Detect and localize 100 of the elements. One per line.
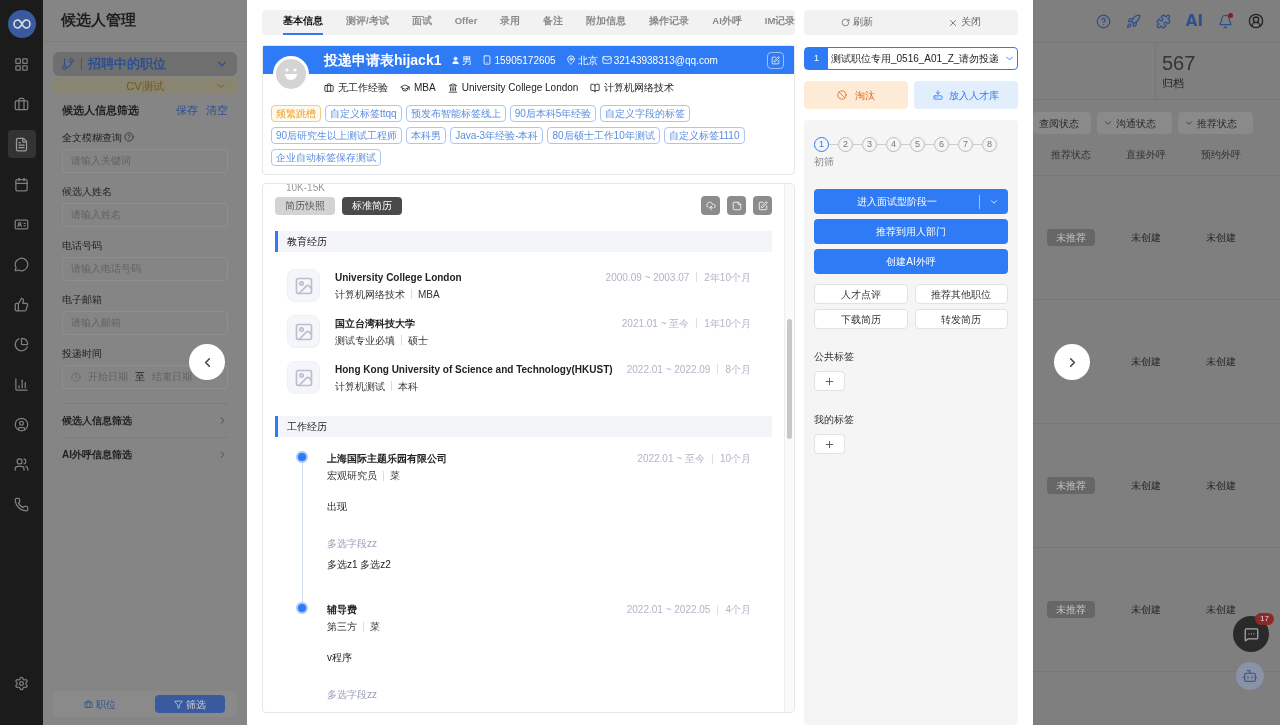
action-button[interactable]: 推荐到用人部门 <box>814 219 1008 244</box>
briefcase-icon <box>324 82 334 93</box>
secondary-button[interactable]: 推荐其他职位 <box>914 284 1008 304</box>
entry-period: 2022.01 ~ 2022.09 <box>626 362 711 377</box>
bottom-tab[interactable]: 筛选 <box>155 695 225 713</box>
candidate-tag: Java-3年经验-本科 <box>450 127 544 144</box>
table-cell-text: 未创建 <box>1204 603 1237 617</box>
help-icon[interactable] <box>1095 13 1111 29</box>
chat-button[interactable] <box>1233 616 1269 652</box>
tab[interactable]: 面试 <box>411 10 432 35</box>
scrollbar[interactable] <box>787 319 792 439</box>
tab[interactable]: 操作记录 <box>649 10 690 35</box>
tab[interactable]: 录用 <box>500 10 521 35</box>
candidate-tag: 80后硕士工作10年测试 <box>547 127 660 144</box>
entry-level: 本科 <box>398 379 418 394</box>
add-tag-button[interactable] <box>814 371 845 391</box>
assistant-button[interactable] <box>1236 662 1264 690</box>
status-filter[interactable]: 查阅状态 <box>1033 112 1091 134</box>
phone-icon <box>14 496 29 512</box>
city-text: 北京 <box>577 53 598 68</box>
entry-title: 国立台湾科技大学 <box>335 316 415 331</box>
calendar-icon <box>14 176 29 192</box>
notification-icon[interactable] <box>1218 13 1233 29</box>
rocket-icon[interactable] <box>1125 13 1141 29</box>
location-icon <box>565 55 576 65</box>
field-value: 多选z1 多选z2 <box>327 558 392 572</box>
nav-item[interactable] <box>7 130 36 158</box>
secondary-button[interactable]: 转发简历 <box>914 309 1008 329</box>
stage-select[interactable]: 1 测试职位专用_0516_A01_Z_请勿投递 <box>804 47 1018 70</box>
candidate-tag: 预发布智能标签线上 <box>405 105 506 122</box>
close-icon <box>947 17 958 28</box>
puzzle-icon[interactable] <box>1155 13 1171 29</box>
stat-label: 归档 <box>1162 76 1185 91</box>
chevron-down-icon <box>1184 118 1194 128</box>
split-button[interactable]: 进入面试型阶段一 <box>814 189 1008 214</box>
collapsible-section[interactable]: 候选人信息筛选 <box>62 402 228 437</box>
note-button[interactable] <box>727 196 746 215</box>
person-icon <box>451 55 461 65</box>
salary-text: 10K-15K <box>285 184 326 193</box>
image-placeholder-icon <box>293 275 314 296</box>
action-button[interactable]: 创建AI外呼 <box>814 249 1008 274</box>
person-circle-icon <box>14 416 29 432</box>
field-label: 投递时间 <box>62 346 103 361</box>
logo-icon <box>7 10 36 38</box>
entry-level: 菜 <box>370 620 380 634</box>
upload-button[interactable] <box>701 196 720 215</box>
edit-button[interactable] <box>753 196 772 215</box>
tab[interactable]: IM记录 <box>764 10 796 35</box>
account-icon[interactable] <box>1248 13 1264 29</box>
chat-badge: 17 <box>1255 613 1274 625</box>
briefcase-icon <box>84 699 93 709</box>
tag-group-title: 公共标签 <box>814 350 855 364</box>
entry-detail: 测试专业必填 <box>335 333 395 348</box>
talent-pool-button[interactable]: 放入人才库 <box>914 81 1018 109</box>
upload-icon <box>705 200 716 211</box>
image-placeholder-icon <box>293 321 314 342</box>
tab[interactable]: 基本信息 <box>283 10 323 35</box>
add-tag-button[interactable] <box>814 434 845 454</box>
entry-level: 菜 <box>390 469 400 483</box>
message-icon <box>1243 626 1259 642</box>
help-icon[interactable] <box>124 132 134 142</box>
stage-name: 测试职位专用_0516_A01_Z_请勿投递 <box>830 52 1000 66</box>
secondary-button[interactable]: 人才点评 <box>814 284 908 304</box>
reject-button[interactable]: 淘汰 <box>804 81 908 109</box>
tab[interactable]: 测评/考试 <box>346 10 389 35</box>
view-toggle[interactable]: 标准简历 <box>342 196 402 215</box>
status-badge: 未推荐 <box>1046 477 1095 494</box>
note-icon <box>731 200 742 211</box>
edit-button[interactable] <box>767 51 784 69</box>
chevron-down-icon <box>1103 118 1113 128</box>
briefcase-icon <box>14 96 29 112</box>
save-link[interactable]: 保存 <box>176 102 198 119</box>
entry-period: 2022.01 ~ 2022.05 <box>626 603 711 617</box>
tab[interactable]: 备注 <box>543 10 564 35</box>
status-filter[interactable]: 沟通状态 <box>1097 112 1172 134</box>
settings-icon[interactable] <box>14 676 29 691</box>
profile-fact: 计算机网络技术 <box>604 81 675 95</box>
table-cell-text: 未创建 <box>1204 231 1237 245</box>
ban-icon <box>837 90 847 100</box>
status-filter[interactable]: 推荐状态 <box>1178 112 1253 134</box>
filter-title: 候选人信息筛选 <box>62 103 139 118</box>
collapsible-section[interactable]: AI外呼信息筛选 <box>62 436 228 471</box>
profile-fact: University College London <box>461 81 579 95</box>
mail-icon <box>601 55 612 65</box>
clear-link[interactable]: 清空 <box>206 102 228 119</box>
secondary-button[interactable]: 下载简历 <box>814 309 908 329</box>
refresh-button[interactable]: 刷新 <box>841 15 874 30</box>
book-icon <box>590 82 601 93</box>
robot-icon <box>1242 668 1258 684</box>
tab[interactable]: 附加信息 <box>586 10 627 35</box>
entry-title: 辅导费 <box>327 603 357 617</box>
view-toggle[interactable]: 简历快照 <box>275 196 335 215</box>
entry-level: MBA <box>418 287 440 302</box>
close-button[interactable]: 关闭 <box>947 15 981 30</box>
tab[interactable]: Offer <box>454 10 478 35</box>
tab[interactable]: AI外呼 <box>712 10 742 35</box>
entry-title: 上海国际主题乐园有限公司 <box>327 452 447 466</box>
bottom-tab[interactable]: 职位 <box>65 695 135 713</box>
entry-period: 2000.09 ~ 2003.07 <box>605 270 690 285</box>
plus-icon <box>824 375 835 387</box>
